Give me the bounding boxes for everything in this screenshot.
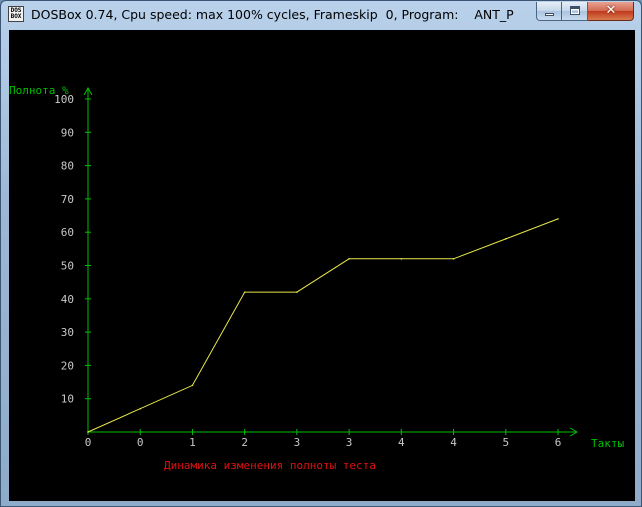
series-point bbox=[296, 291, 298, 293]
x-tick-label: 2 bbox=[241, 436, 248, 449]
title-bar[interactable]: DOS BOX DOSBox 0.74, Cpu speed: max 100%… bbox=[1, 1, 641, 29]
x-tick-label: 0 bbox=[137, 436, 144, 449]
y-axis-label: Полнота % bbox=[9, 84, 69, 97]
y-tick-label: 10 bbox=[61, 393, 74, 406]
close-button[interactable]: ✕ bbox=[588, 2, 634, 21]
series-point bbox=[87, 431, 89, 433]
y-tick-label: 20 bbox=[61, 359, 74, 372]
y-tick-label: 30 bbox=[61, 326, 74, 339]
app-icon-text-bottom: BOX bbox=[10, 13, 22, 20]
x-tick-label: 4 bbox=[398, 436, 405, 449]
chart-canvas: 1009080706050403020100 0 1 2 3 3 4 4 5 6Полнота %… bbox=[9, 84, 624, 472]
minimize-icon bbox=[545, 13, 554, 16]
dosbox-app-icon[interactable]: DOS BOX bbox=[8, 6, 24, 22]
dos-screen[interactable]: 100 90 80 70 60 50 40 30 20 10 0 0 1 2 3 3 4 4 5 6 Полнота %… bbox=[9, 30, 635, 501]
y-tick-label: 70 bbox=[61, 193, 74, 206]
series-point bbox=[243, 291, 246, 293]
y-tick-label: 40 bbox=[61, 293, 74, 306]
series-point bbox=[452, 258, 455, 260]
x-tick-label: 5 bbox=[502, 436, 509, 449]
series-point bbox=[139, 407, 142, 410]
y-tick-label: 90 bbox=[61, 126, 74, 139]
y-tick-label: 50 bbox=[61, 260, 74, 273]
x-tick-label: 0 bbox=[85, 436, 92, 449]
y-tick-label: 80 bbox=[61, 160, 74, 173]
dosbox-window: DOS BOX DOSBox 0.74, Cpu speed: max 100%… bbox=[0, 0, 642, 507]
x-tick-label: 1 bbox=[189, 436, 196, 449]
x-axis-label: Такты bbox=[591, 437, 624, 450]
series-point bbox=[557, 218, 559, 220]
y-tick-label: 60 bbox=[61, 226, 74, 239]
x-tick-label: 6 bbox=[555, 436, 562, 449]
chart-caption: Динамика изменения полноты теста bbox=[164, 459, 376, 472]
close-icon: ✕ bbox=[605, 3, 617, 18]
x-tick-label: 3 bbox=[346, 436, 353, 449]
minimize-button[interactable] bbox=[536, 2, 562, 21]
series-point bbox=[348, 258, 350, 260]
x-tick-label: 3 bbox=[294, 436, 301, 449]
series-point bbox=[400, 258, 403, 260]
series-line bbox=[87, 218, 559, 433]
x-tick-label: 4 bbox=[450, 436, 457, 449]
maximize-icon bbox=[570, 6, 580, 15]
series-point bbox=[191, 384, 194, 387]
window-title: DOSBox 0.74, Cpu speed: max 100% cycles,… bbox=[31, 7, 514, 22]
maximize-button[interactable] bbox=[562, 2, 588, 21]
series-point bbox=[504, 238, 507, 240]
